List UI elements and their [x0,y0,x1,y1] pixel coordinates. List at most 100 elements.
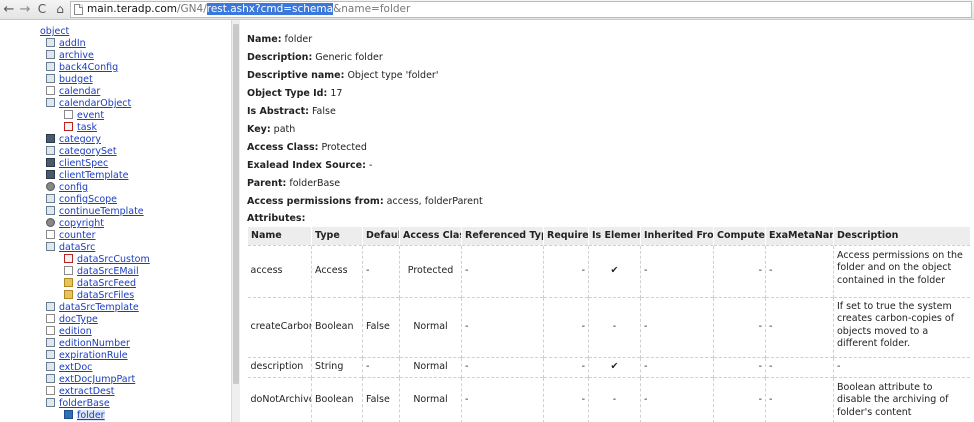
tree-item-clientSpec[interactable]: clientSpec [46,158,108,170]
tree-item-label[interactable]: addIn [59,38,86,49]
tree-item-label[interactable]: folder [77,410,105,421]
col-exametaname: ExaMetaName [765,227,834,245]
tree-item-label[interactable]: expirationRule [59,350,128,361]
tree-item-label[interactable]: extractDest [59,386,115,397]
tree-item-docType[interactable]: docType [46,314,98,326]
tree-item-calendar[interactable]: calendar [46,86,100,98]
forward-button[interactable]: → [17,1,33,18]
tree-item-task[interactable]: task [64,122,97,134]
tree-item-editionNumber[interactable]: editionNumber [46,338,130,350]
tree-item-label[interactable]: edition [59,326,92,337]
tree-item-label[interactable]: dataSrcFeed [77,278,136,289]
cell-is-element: ✔ [588,356,641,377]
url-text[interactable]: main.teradp.com/GN4/rest.ashx?cmd=schema… [87,2,410,17]
col-inherited-from: Inherited From [640,227,714,245]
tree-item-dataSrcFeed[interactable]: dataSrcFeed [64,278,136,290]
tree-item-budget[interactable]: budget [46,74,93,86]
tree-item-expirationRule[interactable]: expirationRule [46,350,128,362]
cell-inherited-from: - [640,244,714,297]
folder-icon [64,290,73,299]
tree-item-dataSrcEMail[interactable]: dataSrcEMail [64,266,139,278]
tree-item-label[interactable]: archive [59,50,94,61]
cell-computed: - [713,244,766,297]
tree-item-label[interactable]: counter [59,230,96,241]
tree-item-categorySet[interactable]: categorySet [46,146,117,158]
tree-item-dataSrcFiles[interactable]: dataSrcFiles [64,290,134,302]
tree-item-category[interactable]: category [46,134,101,146]
tree-item-label[interactable]: configScope [59,194,117,205]
tree-item-label[interactable]: copyright [59,218,104,229]
home-button[interactable]: ⌂ [52,1,68,18]
tree-item-copyright[interactable]: copyright [46,218,104,230]
tree-item-back4Config[interactable]: back4Config [46,62,118,74]
tree-item-continueTemplate[interactable]: continueTemplate [46,206,144,218]
address-bar[interactable]: main.teradp.com/GN4/rest.ashx?cmd=schema… [70,1,972,18]
tree-item-dataSrcTemplate[interactable]: dataSrcTemplate [46,302,139,314]
tree-item-counter[interactable]: counter [46,230,96,242]
tree-item-extDoc[interactable]: extDoc [46,362,92,374]
page-icon [46,326,55,335]
tree-item-addIn[interactable]: addIn [46,38,86,50]
cell-default: False [362,376,400,422]
tree-item-label[interactable]: dataSrcCustom [77,254,150,265]
tree-item-dataSrc[interactable]: dataSrc [46,242,95,254]
tree-item-label[interactable]: calendar [59,86,100,97]
tree-item-label[interactable]: dataSrcFiles [77,290,134,301]
cell-access-class: Normal [399,376,462,422]
cell-access-class: Protected [399,244,462,297]
cell-name: doNotArchive [247,376,312,422]
tree-item-folder[interactable]: folder [64,410,105,422]
cell-description: If set to true the system creates carbon… [833,296,970,357]
tree-item-label[interactable]: dataSrc [59,242,95,253]
tree-item-extDocJumpPart[interactable]: extDocJumpPart [46,374,135,386]
tree-item-config[interactable]: config [46,182,88,194]
url-selection: rest.ashx?cmd=schema [206,3,334,15]
tree-item-label[interactable]: dataSrcTemplate [59,302,139,313]
tree-item-label[interactable]: continueTemplate [59,206,144,217]
object-tree: object addIn archive back4Config budget cale… [0,20,231,422]
calendar-icon [46,98,55,107]
tree-item-label[interactable]: task [77,122,97,133]
tree-item-label[interactable]: event [77,110,104,121]
expand-icon[interactable] [28,26,36,35]
tree-item-calendarObject[interactable]: calendarObject [46,98,131,110]
tree-item-folderBase[interactable]: folderBase [46,398,110,410]
tree-item-label[interactable]: folderBase [59,398,110,409]
tree-scrollbar[interactable] [231,20,240,422]
tree-item-label[interactable]: editionNumber [59,338,130,349]
tree-item-clientTemplate[interactable]: clientTemplate [46,170,128,182]
cell-exametaname: - [765,296,834,357]
tree-item-label[interactable]: clientTemplate [59,170,128,181]
tree-item-edition[interactable]: edition [46,326,92,338]
tree-item-label[interactable]: extDocJumpPart [59,374,135,385]
prop-access-class: Access Class: Protected [247,142,367,153]
tree-item-label[interactable]: config [59,182,88,193]
table-row: description String - Normal - - ✔ - - - - [247,356,970,377]
reload-button[interactable]: C [34,1,50,18]
cell-referenced-type: - [461,244,544,297]
schema-panel: Name: folder Description: Generic folder… [240,20,974,422]
tree-item-label[interactable]: back4Config [59,62,118,73]
tree-item-label[interactable]: clientSpec [59,158,108,169]
tree-item-label[interactable]: docType [59,314,98,325]
tree-item-dataSrcCustom[interactable]: dataSrcCustom [64,254,150,266]
tree-root-label[interactable]: object [40,26,69,37]
tree-item-label[interactable]: dataSrcEMail [77,266,139,277]
tree-item-archive[interactable]: archive [46,50,94,62]
tree-item-label[interactable]: budget [59,74,93,85]
cell-required: - [543,244,589,297]
tree-item-label[interactable]: category [59,134,101,145]
tree-item-label[interactable]: extDoc [59,362,92,373]
tree-item-label[interactable]: calendarObject [59,98,131,109]
tree-item-configScope[interactable]: configScope [46,194,117,206]
tree-root[interactable]: object [28,26,69,38]
tree-item-extractDest[interactable]: extractDest [46,386,115,398]
tree-item-label[interactable]: categorySet [59,146,117,157]
feed-icon [64,278,73,287]
tree-item-event[interactable]: event [64,110,104,122]
back-button[interactable]: ← [1,1,17,18]
monitor-icon [46,170,55,179]
tree-scrollbar-thumb[interactable] [233,24,239,384]
col-default: Default [362,227,400,245]
prop-access-permissions: Access permissions from: access, folderP… [247,196,483,207]
